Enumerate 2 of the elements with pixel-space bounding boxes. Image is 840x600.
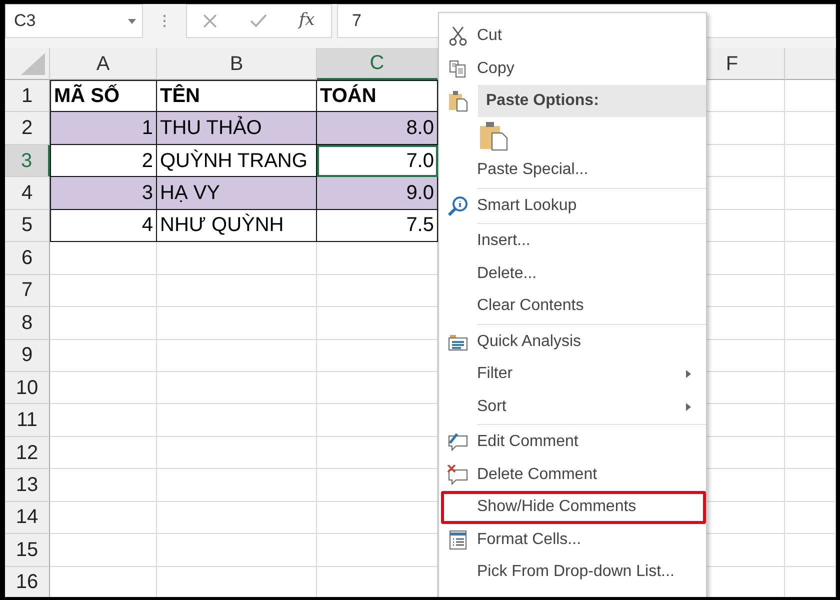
cell-reference: C3 [14,10,36,32]
menu-section-header: Paste Options: [478,85,706,117]
